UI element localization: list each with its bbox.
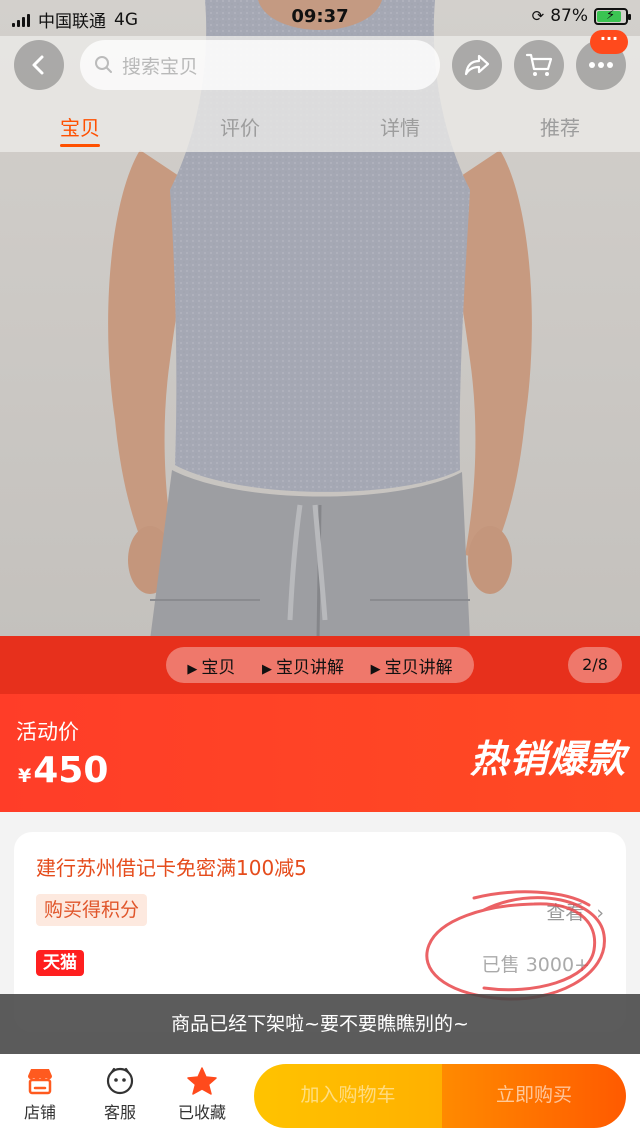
share-icon bbox=[464, 54, 490, 76]
add-to-cart-button[interactable]: 加入购物车 bbox=[254, 1064, 442, 1128]
service-icon bbox=[106, 1067, 134, 1095]
media-switcher: ▶ 宝贝 ▶ 宝贝讲解 ▶ 宝贝讲解 bbox=[166, 647, 474, 683]
favorite-label: 已收藏 bbox=[177, 1103, 226, 1122]
battery-percent: 87% bbox=[550, 6, 588, 26]
search-icon bbox=[95, 56, 112, 73]
store-label: 店铺 bbox=[23, 1103, 56, 1122]
orientation-lock-icon: ⟳ bbox=[531, 7, 545, 25]
battery-info: ⟳ 87% ⚡ bbox=[531, 6, 631, 26]
status-bar: 中国联通 4G 09:37 ⟳ 87% ⚡ bbox=[0, 0, 640, 36]
store-icon bbox=[28, 1069, 52, 1095]
share-button[interactable] bbox=[452, 40, 502, 90]
top-header: 搜索宝贝 ··· 宝贝 评价 详情 推荐 bbox=[0, 30, 640, 152]
active-tab-indicator bbox=[60, 144, 100, 147]
play-icon: ▶ bbox=[370, 661, 381, 677]
activity-price-label: 活动价 bbox=[16, 720, 79, 744]
media-strip: ▶ 宝贝 ▶ 宝贝讲解 ▶ 宝贝讲解 2/8 bbox=[0, 636, 640, 694]
media-item-label: 宝贝 bbox=[201, 657, 236, 678]
back-button[interactable] bbox=[14, 40, 64, 90]
service-label: 客服 bbox=[103, 1103, 136, 1122]
toast-message: 商品已经下架啦~要不要瞧瞧别的~ bbox=[0, 994, 640, 1054]
media-item-explain-2[interactable]: ▶ 宝贝讲解 bbox=[371, 653, 453, 678]
tmall-badge: 天猫 bbox=[36, 950, 84, 976]
tab-details[interactable]: 详情 bbox=[360, 112, 440, 141]
battery-icon: ⚡ bbox=[594, 7, 631, 25]
tab-bar: 宝贝 评价 详情 推荐 bbox=[0, 108, 640, 148]
media-item-label: 宝贝讲解 bbox=[275, 657, 344, 678]
back-icon bbox=[32, 55, 44, 75]
star-icon bbox=[187, 1067, 217, 1095]
play-icon: ▶ bbox=[261, 661, 272, 677]
hot-sale-tag: 热销爆款 bbox=[469, 737, 626, 781]
store-button[interactable]: 店铺 bbox=[10, 1066, 70, 1123]
currency-symbol: ¥ bbox=[18, 765, 32, 787]
tab-reviews[interactable]: 评价 bbox=[200, 112, 280, 141]
media-item-label: 宝贝讲解 bbox=[384, 657, 453, 678]
price-banner: 活动价 ¥450 热销爆款 bbox=[0, 694, 640, 812]
points-badge: 购买得积分 bbox=[36, 894, 148, 926]
cart-icon bbox=[525, 53, 553, 76]
service-button[interactable]: 客服 bbox=[90, 1066, 150, 1123]
tab-recommend[interactable]: 推荐 bbox=[520, 112, 600, 141]
price: ¥450 bbox=[18, 750, 108, 791]
more-icon bbox=[589, 62, 613, 68]
play-icon: ▶ bbox=[187, 661, 198, 677]
tab-product[interactable]: 宝贝 bbox=[40, 112, 120, 141]
favorite-button[interactable]: 已收藏 bbox=[170, 1066, 234, 1123]
media-item-product[interactable]: ▶ 宝贝 bbox=[187, 653, 235, 678]
price-value: 450 bbox=[33, 750, 109, 791]
buy-now-button[interactable]: 立即购买 bbox=[442, 1064, 626, 1128]
message-badge[interactable]: ··· bbox=[590, 30, 628, 54]
media-item-explain-1[interactable]: ▶ 宝贝讲解 bbox=[262, 653, 344, 678]
search-placeholder: 搜索宝贝 bbox=[122, 55, 199, 78]
promo-text[interactable]: 建行苏州借记卡免密满100减5 bbox=[36, 852, 307, 881]
image-counter: 2/8 bbox=[568, 647, 622, 683]
bottom-action-bar: 店铺 客服 已收藏 加入购物车 立即购买 bbox=[0, 1054, 640, 1138]
search-input[interactable]: 搜索宝贝 bbox=[80, 40, 440, 90]
cart-button[interactable] bbox=[514, 40, 564, 90]
